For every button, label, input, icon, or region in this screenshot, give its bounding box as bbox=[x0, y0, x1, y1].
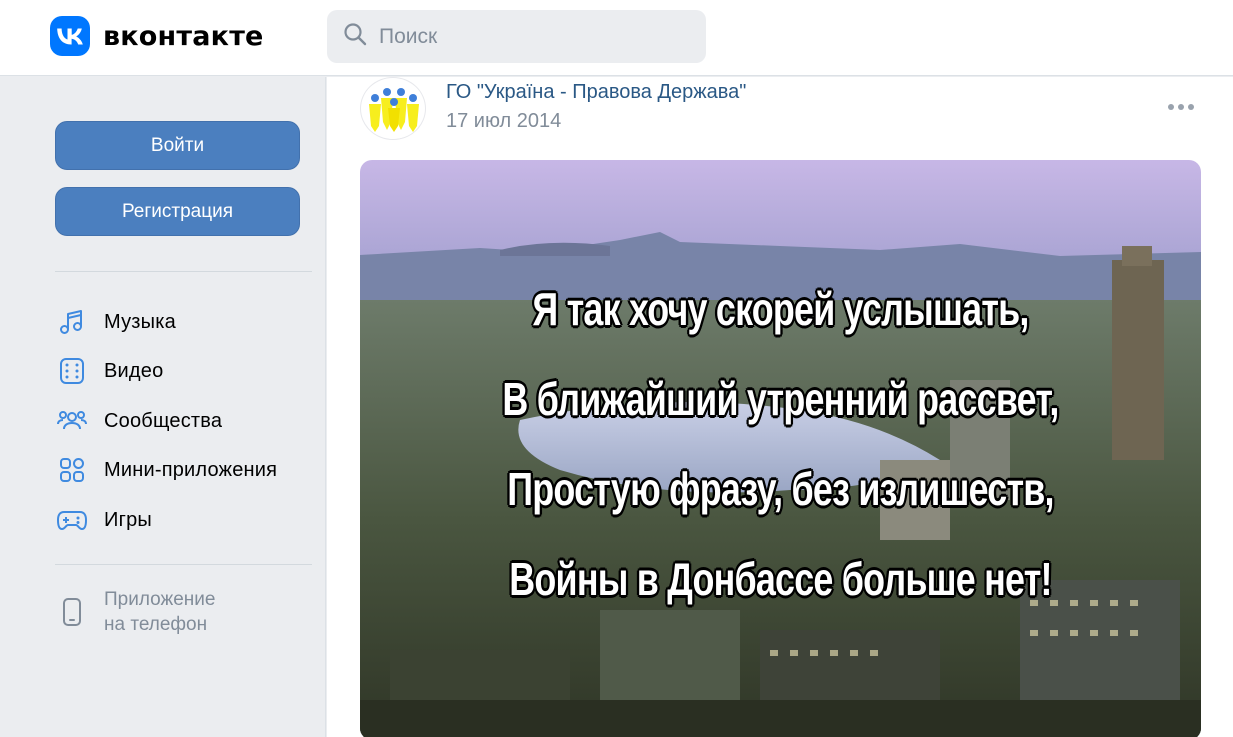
mobile-app-label: Приложение на телефон bbox=[104, 587, 215, 637]
communities-icon bbox=[55, 404, 89, 438]
post-author-link[interactable]: ГО "Україна - Правова Держава" bbox=[446, 81, 746, 104]
community-avatar[interactable] bbox=[360, 77, 426, 140]
sidebar-divider bbox=[55, 564, 312, 565]
post-card: ГО "Україна - Правова Держава" 17 июл 20… bbox=[327, 77, 1233, 737]
image-caption-line: Войны в Донбассе больше нет! bbox=[509, 553, 1052, 605]
more-options-button[interactable] bbox=[1166, 97, 1196, 117]
music-icon bbox=[55, 305, 89, 339]
sidebar-item-label: Сообщества bbox=[104, 409, 223, 432]
sidebar-item-communities[interactable]: Сообщества bbox=[55, 401, 315, 441]
register-button[interactable]: Регистрация bbox=[55, 187, 300, 236]
mini-apps-icon bbox=[55, 453, 89, 487]
phone-icon bbox=[55, 587, 89, 637]
mobile-app-link[interactable]: Приложение на телефон bbox=[55, 587, 315, 637]
login-button[interactable]: Войти bbox=[55, 121, 300, 170]
top-header: вконтакте bbox=[0, 0, 1233, 76]
city-photo bbox=[360, 160, 1201, 737]
sidebar-item-video[interactable]: Видео bbox=[55, 351, 315, 391]
search-box[interactable] bbox=[327, 10, 706, 63]
sidebar-item-label: Мини-приложения bbox=[104, 458, 278, 481]
video-icon bbox=[55, 354, 89, 388]
mobile-app-label-line2: на телефон bbox=[104, 614, 208, 635]
search-input[interactable] bbox=[379, 24, 699, 49]
sidebar-divider bbox=[55, 271, 312, 272]
vk-logo-icon bbox=[50, 16, 90, 56]
post-date[interactable]: 17 июл 2014 bbox=[446, 110, 561, 133]
post-image[interactable]: Я так хочу скорей услышать, В ближайший … bbox=[360, 160, 1201, 737]
sidebar-item-label: Музыка bbox=[104, 310, 176, 333]
sidebar-item-label: Игры bbox=[104, 508, 152, 531]
search-icon bbox=[343, 22, 367, 51]
mobile-app-label-line1: Приложение bbox=[104, 589, 216, 610]
sidebar-item-games[interactable]: Игры bbox=[55, 500, 315, 540]
vk-logo[interactable]: вконтакте bbox=[50, 16, 264, 56]
brand-name: вконтакте bbox=[103, 20, 264, 52]
gamepad-icon bbox=[55, 503, 89, 537]
sidebar-item-mini-apps[interactable]: Мини-приложения bbox=[55, 450, 315, 490]
sidebar-item-label: Видео bbox=[104, 359, 164, 382]
image-caption-line: Простую фразу, без излишеств, bbox=[507, 463, 1054, 515]
image-caption-line: Я так хочу скорей услышать, bbox=[532, 283, 1029, 335]
more-dots-icon bbox=[1168, 104, 1194, 110]
image-caption-line: В ближайший утренний рассвет, bbox=[502, 373, 1059, 425]
sidebar-item-music[interactable]: Музыка bbox=[55, 302, 315, 342]
left-sidebar: Войти Регистрация Музыка Видео Сообществ… bbox=[0, 77, 326, 737]
